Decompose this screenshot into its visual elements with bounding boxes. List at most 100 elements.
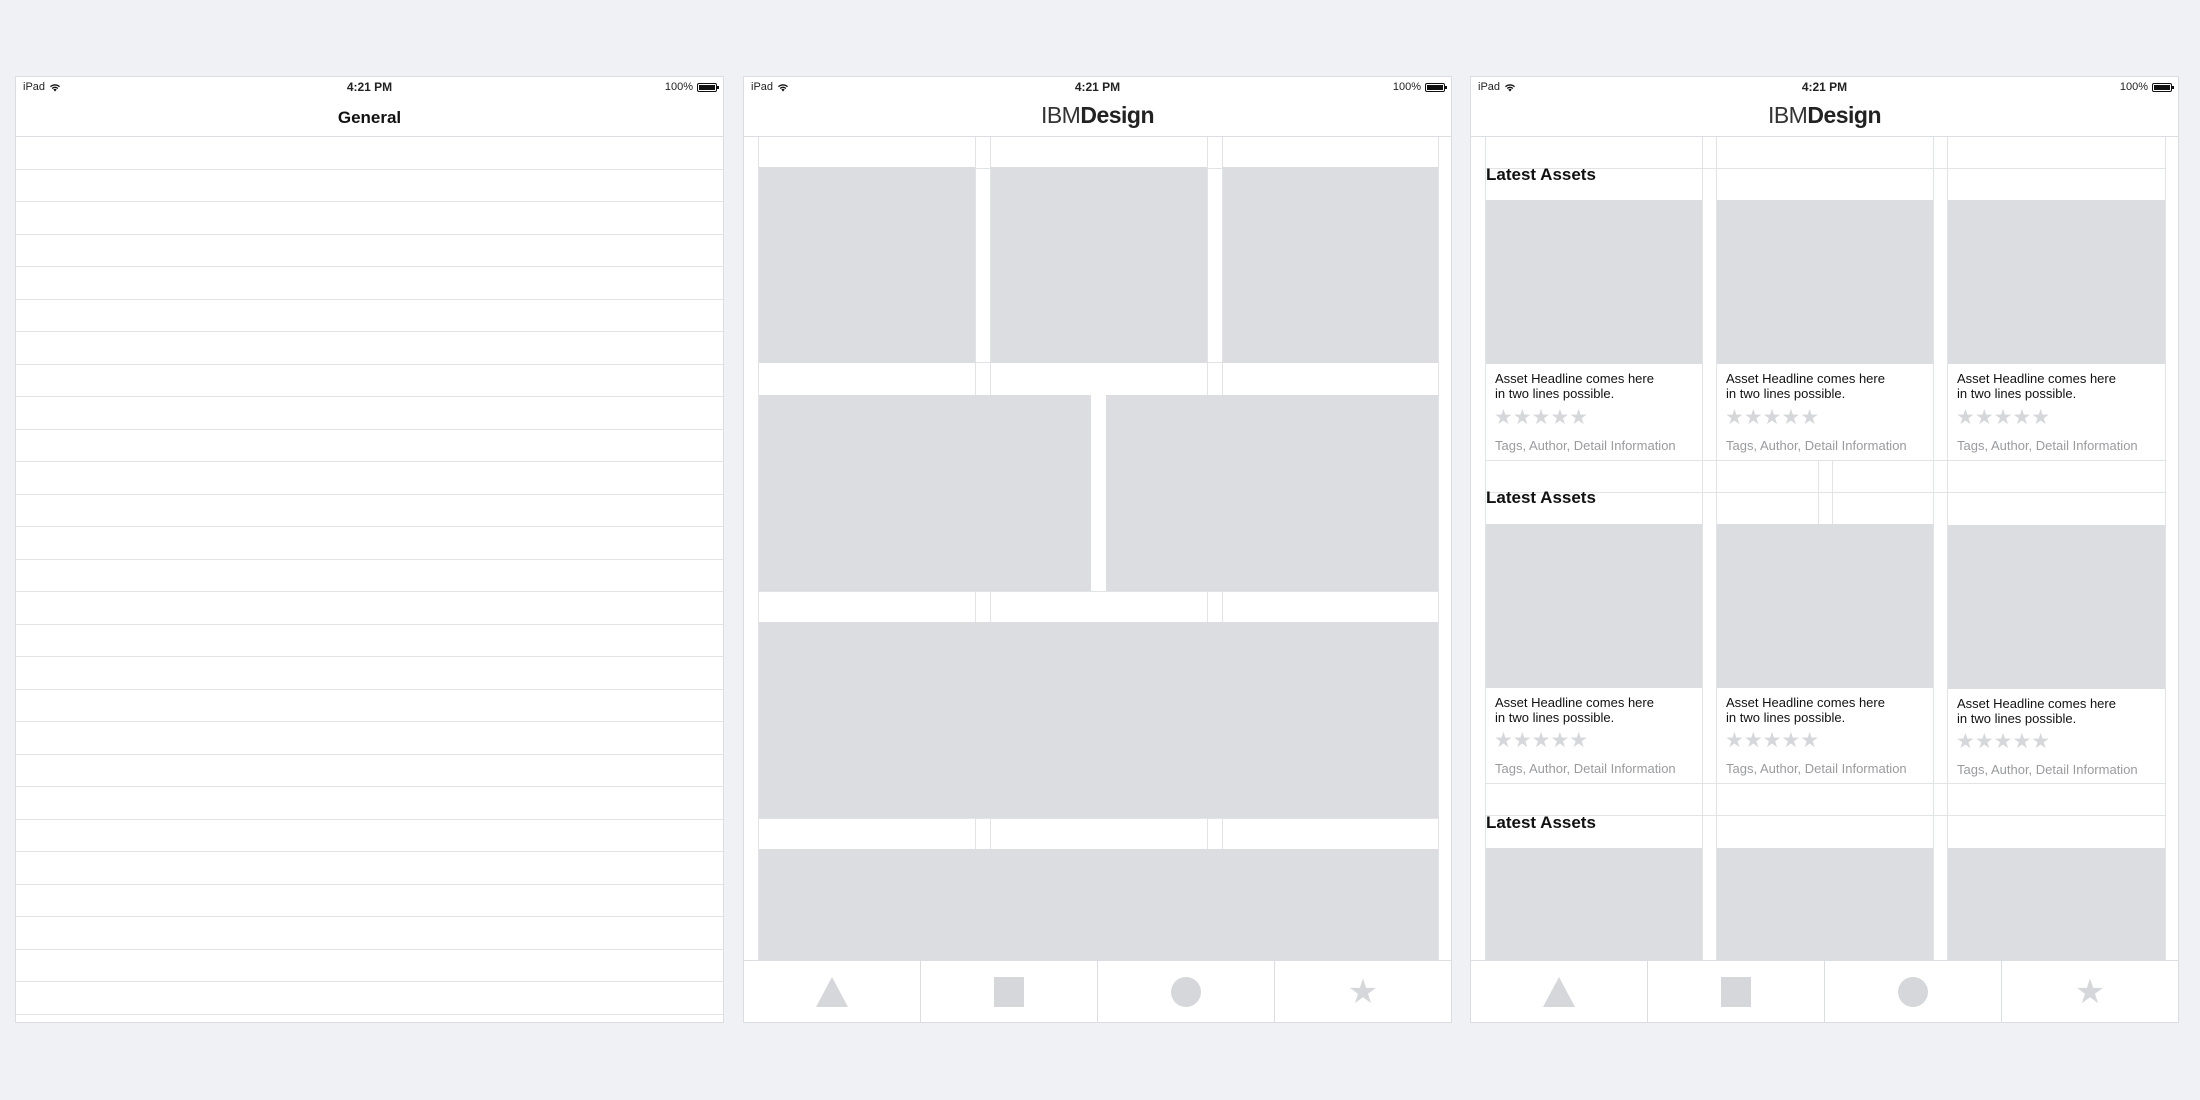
asset-thumbnail[interactable] xyxy=(1486,200,1702,364)
image-placeholder[interactable] xyxy=(991,167,1207,363)
asset-headline-line2: in two lines possible. xyxy=(1957,711,2077,726)
asset-headline-line1: Asset Headline comes here xyxy=(1495,695,1654,710)
asset-headline[interactable]: Asset Headline comes here in two lines po… xyxy=(1495,371,1695,401)
section-title: Latest Assets xyxy=(1486,488,1596,507)
list-row[interactable] xyxy=(16,560,723,592)
asset-thumbnail[interactable] xyxy=(1717,848,1933,968)
list-row[interactable] xyxy=(16,690,723,722)
list-row[interactable] xyxy=(16,137,723,170)
asset-meta: Tags, Author, Detail Information xyxy=(1726,438,1907,453)
grid-guide xyxy=(1933,137,1934,962)
tab-square[interactable] xyxy=(1648,961,1825,1022)
brand-logo: IBMDesign xyxy=(1471,99,2178,131)
tab-bar: ★ xyxy=(744,960,1451,1022)
asset-meta: Tags, Author, Detail Information xyxy=(1495,761,1676,776)
star-rating[interactable]: ★★★★★ xyxy=(1956,407,2050,428)
tab-circle[interactable] xyxy=(1825,961,2002,1022)
triangle-icon xyxy=(1543,976,1575,1007)
asset-headline-line1: Asset Headline comes here xyxy=(1957,371,2116,386)
star-icon: ★ xyxy=(1347,972,1379,1011)
asset-thumbnail[interactable] xyxy=(1717,200,1933,364)
square-icon xyxy=(1721,976,1751,1007)
brand-design: Design xyxy=(1807,102,1882,128)
image-placeholder[interactable] xyxy=(759,622,1438,818)
section-title: Latest Assets xyxy=(1486,813,1596,832)
status-bar: iPad 4:21 PM 100% xyxy=(744,77,1451,99)
list-row[interactable] xyxy=(16,820,723,852)
image-placeholder[interactable] xyxy=(759,395,1091,591)
list-row[interactable] xyxy=(16,267,723,300)
image-placeholder[interactable] xyxy=(1106,395,1438,591)
status-time: 4:21 PM xyxy=(1074,80,1121,94)
list-row[interactable] xyxy=(16,170,723,202)
battery-fill xyxy=(699,84,715,90)
list-row[interactable] xyxy=(16,495,723,527)
star-rating[interactable]: ★★★★★ xyxy=(1494,407,1588,428)
list-row[interactable] xyxy=(16,950,723,982)
star-icon: ★ xyxy=(2074,972,2106,1011)
list-row[interactable] xyxy=(16,657,723,690)
status-bar: iPad 4:21 PM 100% xyxy=(16,77,723,99)
list-row[interactable] xyxy=(16,430,723,462)
asset-thumbnail[interactable] xyxy=(1717,524,1933,688)
asset-thumbnail[interactable] xyxy=(1948,200,2165,364)
asset-thumbnail[interactable] xyxy=(1948,525,2165,689)
list-row[interactable] xyxy=(16,787,723,820)
asset-headline[interactable]: Asset Headline comes here in two lines po… xyxy=(1726,371,1926,401)
asset-thumbnail[interactable] xyxy=(1486,524,1702,688)
asset-headline[interactable]: Asset Headline comes here in two lines po… xyxy=(1495,695,1695,725)
asset-headline-line1: Asset Headline comes here xyxy=(1726,695,1885,710)
star-rating[interactable]: ★★★★★ xyxy=(1725,730,1819,751)
battery-percent: 100% xyxy=(664,81,693,93)
list-row[interactable] xyxy=(16,527,723,560)
list-row[interactable] xyxy=(16,462,723,495)
star-rating[interactable]: ★★★★★ xyxy=(1725,407,1819,428)
list-row[interactable] xyxy=(16,885,723,917)
tab-triangle[interactable] xyxy=(744,961,921,1022)
image-placeholder[interactable] xyxy=(1223,167,1438,363)
asset-meta: Tags, Author, Detail Information xyxy=(1957,438,2138,453)
list-row[interactable] xyxy=(16,365,723,397)
list-row[interactable] xyxy=(16,755,723,787)
tab-triangle[interactable] xyxy=(1471,961,1648,1022)
grid-guide xyxy=(758,818,1439,819)
list-row[interactable] xyxy=(16,982,723,1015)
image-placeholder[interactable] xyxy=(759,167,975,363)
list-row[interactable] xyxy=(16,202,723,235)
asset-headline-line2: in two lines possible. xyxy=(1726,710,1846,725)
list-row[interactable] xyxy=(16,235,723,267)
list-row[interactable] xyxy=(16,397,723,430)
asset-headline[interactable]: Asset Headline comes here in two lines po… xyxy=(1957,371,2157,401)
tab-circle[interactable] xyxy=(1098,961,1275,1022)
asset-headline[interactable]: Asset Headline comes here in two lines po… xyxy=(1957,696,2157,726)
tab-star[interactable]: ★ xyxy=(2002,961,2178,1022)
list-row[interactable] xyxy=(16,722,723,755)
list-row[interactable] xyxy=(16,917,723,950)
tab-star[interactable]: ★ xyxy=(1275,961,1451,1022)
battery-icon xyxy=(1425,82,1447,92)
battery-icon xyxy=(697,82,719,92)
square-icon xyxy=(994,976,1024,1007)
list-row[interactable] xyxy=(16,300,723,332)
battery-fill xyxy=(1427,84,1443,90)
ipad-screen-general: iPad 4:21 PM 100% General xyxy=(15,76,724,1023)
asset-headline-line2: in two lines possible. xyxy=(1495,386,1615,401)
section-title: Latest Assets xyxy=(1486,165,1596,184)
star-rating[interactable]: ★★★★★ xyxy=(1956,731,2050,752)
brand-ibm: IBM xyxy=(1040,102,1081,128)
asset-meta: Tags, Author, Detail Information xyxy=(1726,761,1907,776)
settings-list xyxy=(16,137,723,1015)
asset-headline[interactable]: Asset Headline comes here in two lines po… xyxy=(1726,695,1926,725)
asset-thumbnail[interactable] xyxy=(1486,848,1702,968)
status-bar: iPad 4:21 PM 100% xyxy=(1471,77,2178,99)
star-rating[interactable]: ★★★★★ xyxy=(1494,730,1588,751)
tab-square[interactable] xyxy=(921,961,1098,1022)
list-row[interactable] xyxy=(16,592,723,625)
list-row[interactable] xyxy=(16,852,723,885)
list-row[interactable] xyxy=(16,332,723,365)
navigation-bar: IBMDesign xyxy=(1471,99,2178,137)
asset-thumbnail[interactable] xyxy=(1948,848,2165,968)
image-placeholder[interactable] xyxy=(759,849,1438,969)
page-title: General xyxy=(337,108,402,127)
list-row[interactable] xyxy=(16,625,723,657)
